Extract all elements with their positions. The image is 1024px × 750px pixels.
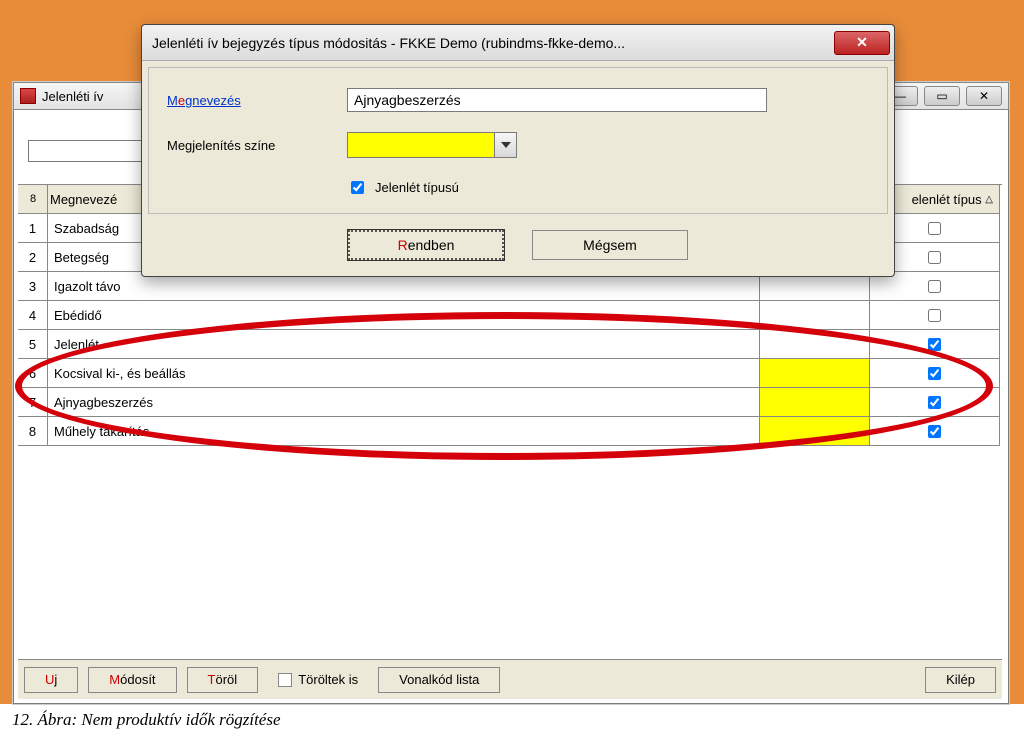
row-checkbox[interactable] bbox=[928, 396, 941, 409]
row-index: 6 bbox=[18, 359, 48, 388]
cancel-button[interactable]: Mégsem bbox=[532, 230, 688, 260]
row-color bbox=[760, 359, 870, 388]
color-combo[interactable] bbox=[347, 132, 517, 158]
table-row[interactable]: 7Ajnyagbeszerzés bbox=[18, 388, 1002, 417]
row-checkbox[interactable] bbox=[928, 425, 941, 438]
row-checkbox[interactable] bbox=[928, 251, 941, 264]
row-check[interactable] bbox=[870, 330, 1000, 359]
edit-dialog: Jelenléti ív bejegyzés típus módositás -… bbox=[141, 24, 895, 277]
name-label[interactable]: Megnevezés bbox=[167, 93, 347, 108]
row-check[interactable] bbox=[870, 417, 1000, 446]
header-index[interactable]: 8 bbox=[18, 185, 48, 214]
row-checkbox[interactable] bbox=[928, 280, 941, 293]
name-input[interactable] bbox=[347, 88, 767, 112]
barcode-list-button[interactable]: Vonalkód lista bbox=[378, 667, 500, 693]
row-color bbox=[760, 330, 870, 359]
filter-input[interactable] bbox=[28, 140, 148, 162]
row-index: 3 bbox=[18, 272, 48, 301]
row-name: Műhely takarítás bbox=[48, 417, 760, 446]
row-color bbox=[760, 388, 870, 417]
color-label: Megjelenítés színe bbox=[167, 138, 347, 153]
row-check[interactable] bbox=[870, 301, 1000, 330]
table-row[interactable]: 5Jelenlét bbox=[18, 330, 1002, 359]
row-name: Ajnyagbeszerzés bbox=[48, 388, 760, 417]
dialog-title-text: Jelenléti ív bejegyzés típus módositás -… bbox=[152, 35, 625, 51]
row-name: Ebédidő bbox=[48, 301, 760, 330]
row-color bbox=[760, 417, 870, 446]
row-index: 7 bbox=[18, 388, 48, 417]
ok-button[interactable]: Rendben bbox=[348, 230, 504, 260]
deleted-also-label: Töröltek is bbox=[298, 672, 358, 687]
row-checkbox[interactable] bbox=[928, 367, 941, 380]
row-name: Jelenlét bbox=[48, 330, 760, 359]
row-index: 2 bbox=[18, 243, 48, 272]
exit-button[interactable]: Kilép bbox=[925, 667, 996, 693]
dialog-close-button[interactable]: ✕ bbox=[834, 31, 890, 55]
maximize-button[interactable]: ▭ bbox=[924, 86, 960, 106]
table-row[interactable]: 6Kocsival ki-, és beállás bbox=[18, 359, 1002, 388]
row-name: Kocsival ki-, és beállás bbox=[48, 359, 760, 388]
row-index: 5 bbox=[18, 330, 48, 359]
new-button[interactable]: Uj bbox=[24, 667, 78, 693]
presence-label: Jelenlét típusú bbox=[375, 180, 459, 195]
row-check[interactable] bbox=[870, 359, 1000, 388]
figure-caption: 12. Ábra: Nem produktív idők rögzítése bbox=[12, 710, 289, 730]
dialog-titlebar: Jelenléti ív bejegyzés típus módositás -… bbox=[142, 25, 894, 61]
table-row[interactable]: 4Ebédidő bbox=[18, 301, 1002, 330]
row-checkbox[interactable] bbox=[928, 222, 941, 235]
row-index: 1 bbox=[18, 214, 48, 243]
button-bar: Uj Módosít Töröl Töröltek is Vonalkód li… bbox=[18, 659, 1002, 699]
row-color bbox=[760, 301, 870, 330]
app-icon bbox=[20, 88, 36, 104]
row-index: 4 bbox=[18, 301, 48, 330]
delete-button[interactable]: Töröl bbox=[187, 667, 259, 693]
close-button[interactable]: ✕ bbox=[966, 86, 1002, 106]
row-checkbox[interactable] bbox=[928, 338, 941, 351]
table-row[interactable]: 8Műhely takarítás bbox=[18, 417, 1002, 446]
dropdown-icon[interactable] bbox=[494, 133, 516, 157]
color-swatch bbox=[348, 133, 494, 157]
row-check[interactable] bbox=[870, 388, 1000, 417]
deleted-also-checkbox[interactable]: Töröltek is bbox=[278, 672, 358, 687]
row-index: 8 bbox=[18, 417, 48, 446]
edit-button[interactable]: Módosít bbox=[88, 667, 176, 693]
presence-checkbox[interactable] bbox=[351, 181, 364, 194]
main-window-title: Jelenléti ív bbox=[42, 89, 103, 104]
row-checkbox[interactable] bbox=[928, 309, 941, 322]
